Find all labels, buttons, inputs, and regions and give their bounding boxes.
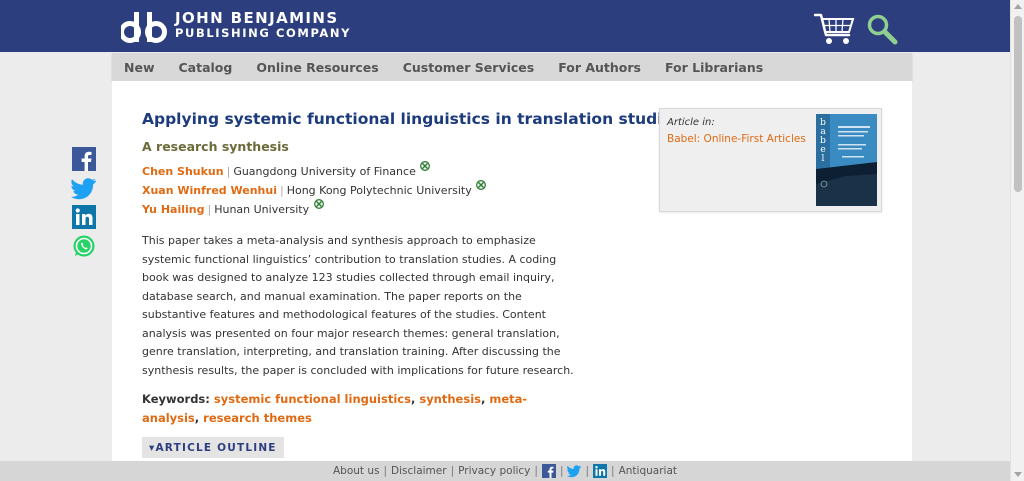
orcid-icon[interactable] [420, 161, 431, 171]
article-title: Applying systemic functional linguistics… [142, 110, 683, 128]
facebook-icon[interactable] [71, 147, 97, 171]
keyword-separator: , [194, 410, 200, 425]
keyword-separator: , [410, 392, 416, 406]
cart-icon[interactable] [814, 12, 856, 46]
keywords-section: Keywords: systemic functional linguistic… [142, 390, 582, 427]
footer-separator: | [559, 465, 564, 477]
nav-customer-services[interactable]: Customer Services [403, 60, 535, 75]
footer-separator: | [383, 465, 388, 477]
site-header: JOHN BENJAMINS PUBLISHING COMPANY [0, 0, 1010, 52]
orcid-icon[interactable] [476, 180, 487, 190]
article-in-box: Article in: Babel: Online-First Articles… [659, 108, 882, 212]
author-name-link[interactable]: Yu Hailing [142, 203, 204, 216]
author-row: Xuan Winfred Wenhui | Hong Kong Polytechni… [142, 180, 487, 197]
journal-link[interactable]: Babel: Online-First Articles [667, 133, 806, 145]
linkedin-icon[interactable] [71, 205, 97, 229]
footer-disclaimer-link[interactable]: Disclaimer [391, 465, 447, 477]
journal-cover-image[interactable]: babel [816, 114, 877, 206]
keyword-link[interactable]: research themes [203, 411, 312, 425]
footer-linkedin-icon[interactable] [593, 464, 608, 478]
publisher-logo-text[interactable]: JOHN BENJAMINS PUBLISHING COMPANY [175, 11, 351, 41]
footer-twitter-icon[interactable] [567, 464, 582, 478]
author-row: Chen Shukun | Guangdong University of Fina… [142, 161, 431, 178]
author-row: Yu Hailing | Hunan University [142, 199, 324, 216]
logo-line-1: JOHN BENJAMINS [175, 9, 339, 27]
footer-separator: | [611, 465, 615, 477]
search-icon[interactable] [866, 13, 898, 45]
nav-online-resources[interactable]: Online Resources [256, 60, 378, 75]
nav-catalog[interactable]: Catalog [179, 60, 233, 75]
nav-for-authors[interactable]: For Authors [558, 60, 641, 75]
footer-facebook-icon[interactable] [541, 464, 556, 478]
main-nav: New Catalog Online Resources Customer Se… [112, 53, 912, 81]
page-scrollbar[interactable] [1010, 0, 1024, 481]
scroll-up-arrow-icon[interactable] [1011, 0, 1024, 14]
footer-separator: | [450, 465, 455, 477]
footer-about-link[interactable]: About us [333, 465, 380, 477]
logo-line-2: PUBLISHING COMPANY [175, 26, 352, 40]
author-separator: | [226, 165, 231, 178]
author-affiliation: Hunan University [214, 203, 310, 216]
author-affiliation: Guangdong University of Finance [233, 165, 416, 178]
article-outline-button[interactable]: ▾ARTICLE OUTLINE [142, 437, 284, 458]
keyword-link[interactable]: synthesis [419, 392, 481, 406]
keyword-link[interactable]: systemic functional linguistics [214, 392, 411, 406]
footer-separator: | [534, 465, 538, 477]
keyword-separator: , [481, 392, 486, 406]
footer-privacy-link[interactable]: Privacy policy [458, 465, 530, 477]
author-name-link[interactable]: Xuan Winfred Wenhui [142, 184, 277, 197]
article-subtitle: A research synthesis [142, 139, 289, 154]
nav-new[interactable]: New [124, 60, 155, 75]
footer-antiquariat-link[interactable]: Antiquariat [619, 465, 677, 477]
scroll-down-arrow-icon[interactable] [1011, 467, 1024, 481]
author-separator: | [279, 184, 284, 197]
keywords-label: Keywords: [142, 392, 210, 406]
orcid-icon[interactable] [313, 199, 324, 209]
article-in-label: Article in: [667, 117, 715, 128]
author-affiliation: Hong Kong Polytechnic University [286, 184, 472, 197]
whatsapp-icon[interactable] [71, 234, 97, 258]
site-footer: About us | Disclaimer | Privacy policy |… [0, 461, 1010, 481]
author-separator: | [207, 203, 212, 216]
article-abstract: This paper takes a meta-analysis and syn… [142, 234, 574, 377]
db-logo-icon[interactable] [121, 12, 169, 44]
nav-for-librarians[interactable]: For Librarians [665, 60, 763, 75]
twitter-icon[interactable] [71, 176, 97, 200]
author-name-link[interactable]: Chen Shukun [142, 165, 224, 178]
scrollbar-thumb[interactable] [1014, 16, 1022, 192]
footer-separator: | [585, 465, 590, 477]
